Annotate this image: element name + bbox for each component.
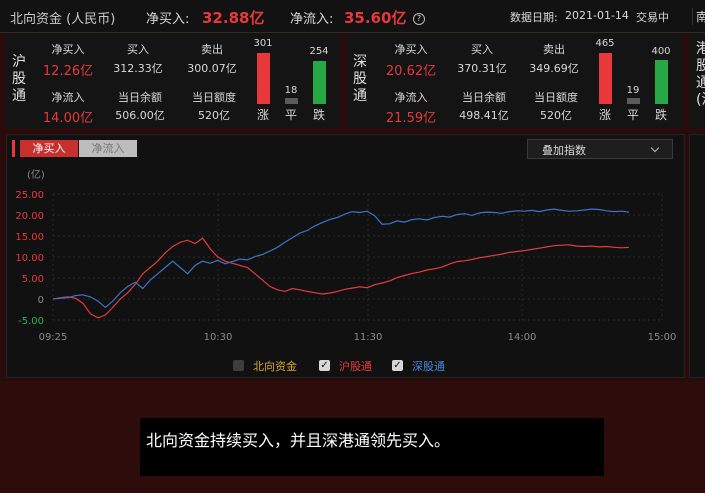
x-tick-label: 15:00 — [648, 332, 677, 343]
x-tick-label: 10:30 — [204, 332, 233, 343]
series-line-sh — [52, 237, 630, 319]
y-tick-label: 20.00 — [15, 211, 44, 222]
y-tick-label: 10.00 — [15, 253, 44, 264]
legend-sz[interactable]: 深股通 — [412, 358, 445, 374]
legend-sh[interactable]: 沪股通 — [339, 358, 372, 374]
sh-checkbox-check-icon[interactable]: ✓ — [319, 360, 330, 371]
y-tick-label: 15.00 — [15, 232, 44, 243]
y-tick-label: -5.00 — [18, 316, 44, 327]
legend-north[interactable]: 北向资金 — [253, 358, 297, 374]
x-tick-label: 14:00 — [508, 332, 537, 343]
caption: 北向资金持续买入，并且深港通领先买入。 — [140, 418, 604, 476]
sz-checkbox-check-icon[interactable]: ✓ — [392, 360, 403, 371]
x-tick-label: 09:25 — [39, 332, 68, 343]
y-tick-label: 0 — [38, 295, 44, 306]
x-tick-label: 11:30 — [354, 332, 383, 343]
north-checkbox[interactable] — [233, 360, 244, 371]
series-line-sz — [52, 208, 630, 309]
y-tick-label: 25.00 — [15, 190, 44, 201]
y-unit-label: (亿) — [27, 168, 45, 181]
y-tick-label: 5.00 — [22, 274, 44, 285]
